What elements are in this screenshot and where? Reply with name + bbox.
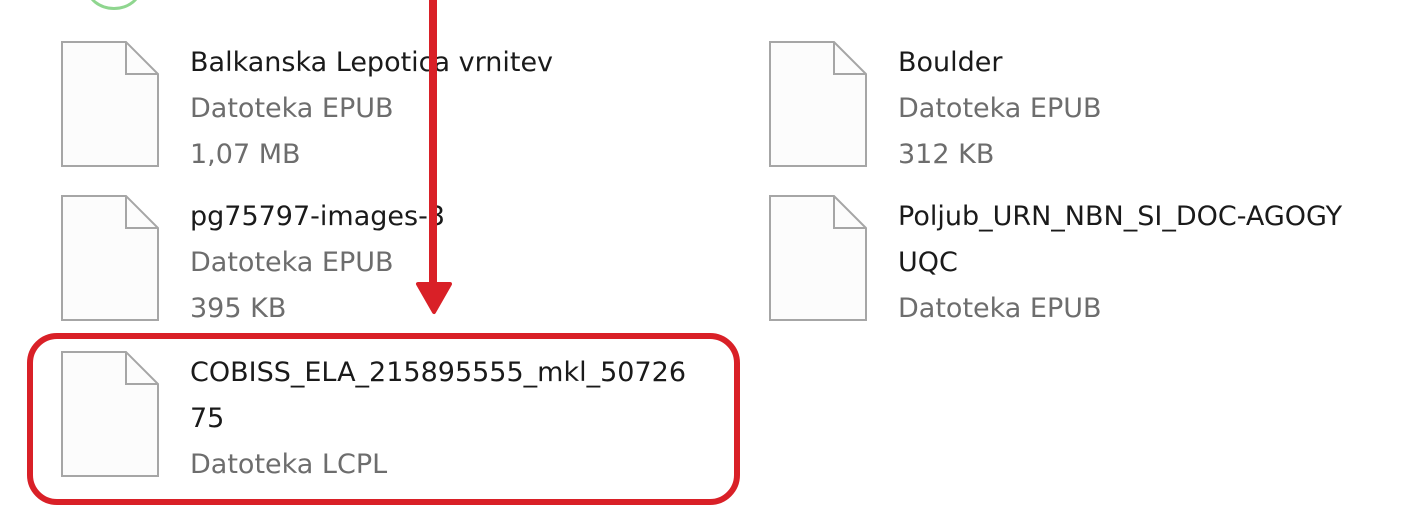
file-details: Balkanska Lepotica vrnitev Datoteka EPUB… — [190, 40, 553, 178]
partial-icon-edge — [86, 0, 142, 10]
file-size: 1,07 MB — [190, 139, 301, 170]
file-type: Datoteka LCPL — [190, 449, 388, 480]
file-size: 312 KB — [898, 139, 995, 170]
file-type: Datoteka EPUB — [898, 93, 1102, 124]
file-name: Boulder — [898, 47, 1003, 78]
document-file-icon — [61, 195, 159, 321]
file-type: Datoteka EPUB — [898, 293, 1102, 324]
file-size: 395 KB — [190, 293, 287, 324]
document-file-icon — [61, 351, 159, 477]
file-name-continued: 75 — [190, 403, 225, 434]
file-details: COBISS_ELA_215895555_mkl_50726 75 Datote… — [190, 350, 686, 488]
file-details: Boulder Datoteka EPUB 312 KB — [898, 40, 1102, 178]
file-type: Datoteka EPUB — [190, 247, 394, 278]
file-details: pg75797-images-3 Datoteka EPUB 395 KB — [190, 194, 445, 332]
file-type: Datoteka EPUB — [190, 93, 394, 124]
file-details: Poljub_URN_NBN_SI_DOC-AGOGY UQC Datoteka… — [898, 194, 1342, 332]
file-name-continued: UQC — [898, 247, 958, 278]
file-name: pg75797-images-3 — [190, 201, 445, 232]
file-name: COBISS_ELA_215895555_mkl_50726 — [190, 357, 686, 388]
document-file-icon — [61, 41, 159, 167]
document-file-icon — [769, 41, 867, 167]
file-name: Balkanska Lepotica vrnitev — [190, 47, 554, 78]
file-name: Poljub_URN_NBN_SI_DOC-AGOGY — [898, 201, 1343, 232]
document-file-icon — [769, 195, 867, 321]
